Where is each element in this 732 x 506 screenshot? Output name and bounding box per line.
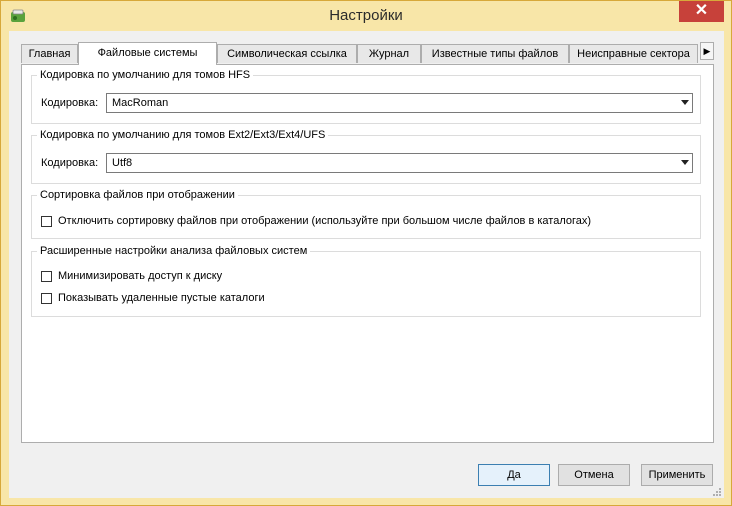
tab-strip: Главная Файловые системы Символическая с… [21,42,714,65]
tab-file-systems[interactable]: Файловые системы [78,42,217,65]
show-deleted-empty-folders-label[interactable]: Показывать удаленные пустые каталоги [58,291,265,305]
close-icon: ✕ [694,2,709,19]
disable-sort-checkbox[interactable] [41,216,52,227]
disable-sort-label[interactable]: Отключить сортировку файлов при отображе… [58,214,591,228]
hfs-group-title: Кодировка по умолчанию для томов HFS [37,68,254,82]
ext-encoding-select[interactable]: Utf8 [106,153,693,173]
show-deleted-empty-folders-checkbox[interactable] [41,293,52,304]
minimize-disk-access-checkbox[interactable] [41,271,52,282]
advanced-group-title: Расширенные настройки анализа файловых с… [37,244,311,258]
ext-group-title: Кодировка по умолчанию для томов Ext2/Ex… [37,128,329,142]
ext-encoding-group: Кодировка по умолчанию для томов Ext2/Ex… [31,128,701,184]
ext-encoding-label: Кодировка: [41,157,99,169]
sort-group-title: Сортировка файлов при отображении [37,188,238,202]
resize-grip-icon[interactable] [713,487,722,496]
settings-window: Настройки ✕ Главная Файловые системы Сим… [0,0,732,506]
file-systems-panel: Кодировка по умолчанию для томов HFS Код… [21,64,714,443]
tab-scroll-right-button[interactable]: ▶ [700,42,714,60]
window-title: Настройки [329,7,403,24]
minimize-disk-access-label[interactable]: Минимизировать доступ к диску [58,269,222,283]
chevron-down-icon [681,160,689,165]
tab-bad-sectors[interactable]: Неисправные сектора [569,44,698,63]
sort-group: Сортировка файлов при отображении Отключ… [31,188,701,239]
hfs-encoding-group: Кодировка по умолчанию для томов HFS Код… [31,68,701,124]
ext-encoding-value: Utf8 [112,157,133,169]
hfs-encoding-select[interactable]: MacRoman [106,93,693,113]
arrow-right-icon: ▶ [703,46,711,56]
tab-symbolic-link[interactable]: Символическая ссылка [217,44,357,63]
tab-log[interactable]: Журнал [357,44,421,63]
chevron-down-icon [681,100,689,105]
apply-button[interactable]: Применить [641,464,713,486]
hfs-encoding-value: MacRoman [112,97,169,109]
ok-button[interactable]: Да [478,464,550,486]
title-bar[interactable]: Настройки ✕ [1,1,731,31]
cancel-button[interactable]: Отмена [558,464,630,486]
tab-known-file-types[interactable]: Известные типы файлов [421,44,569,63]
dialog-client-area: Главная Файловые системы Символическая с… [9,31,724,498]
tab-main[interactable]: Главная [21,44,78,63]
hfs-encoding-label: Кодировка: [41,97,99,109]
close-button[interactable]: ✕ [679,1,724,22]
advanced-analysis-group: Расширенные настройки анализа файловых с… [31,244,701,317]
